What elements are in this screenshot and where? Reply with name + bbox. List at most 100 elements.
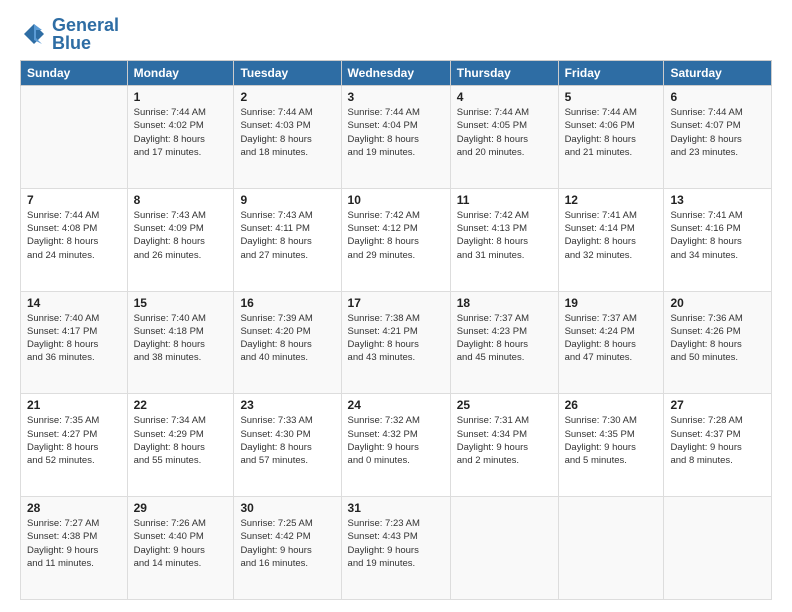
day-number: 18 <box>457 296 552 310</box>
calendar-cell: 25Sunrise: 7:31 AM Sunset: 4:34 PM Dayli… <box>450 394 558 497</box>
day-info: Sunrise: 7:43 AM Sunset: 4:11 PM Dayligh… <box>240 209 334 262</box>
day-number: 26 <box>565 398 658 412</box>
week-row-3: 14Sunrise: 7:40 AM Sunset: 4:17 PM Dayli… <box>21 291 772 394</box>
calendar-cell: 11 Sunrise: 7:42 AM Sunset: 4:13 PM Dayli… <box>450 188 558 291</box>
week-row-5: 28 Sunrise: 7:27 AM Sunset: 4:38 PM Dayli… <box>21 497 772 600</box>
day-info: Sunrise: 7:25 AM Sunset: 4:42 PM Dayligh… <box>240 517 334 570</box>
calendar-cell: 31 Sunrise: 7:23 AM Sunset: 4:43 PM Dayli… <box>341 497 450 600</box>
calendar-cell: 14Sunrise: 7:40 AM Sunset: 4:17 PM Dayli… <box>21 291 128 394</box>
calendar-cell <box>450 497 558 600</box>
day-number: 5 <box>565 90 658 104</box>
day-number: 8 <box>134 193 228 207</box>
day-info: Sunrise: 7:44 AM Sunset: 4:03 PM Dayligh… <box>240 106 334 159</box>
calendar-cell: 7 Sunrise: 7:44 AM Sunset: 4:08 PM Daylig… <box>21 188 128 291</box>
day-number: 7 <box>27 193 121 207</box>
weekday-header-saturday: Saturday <box>664 61 772 86</box>
day-number: 2 <box>240 90 334 104</box>
day-info: Sunrise: 7:23 AM Sunset: 4:43 PM Dayligh… <box>348 517 444 570</box>
calendar-cell: 6 Sunrise: 7:44 AM Sunset: 4:07 PM Daylig… <box>664 86 772 189</box>
calendar-cell <box>558 497 664 600</box>
week-row-2: 7 Sunrise: 7:44 AM Sunset: 4:08 PM Daylig… <box>21 188 772 291</box>
day-number: 23 <box>240 398 334 412</box>
day-number: 25 <box>457 398 552 412</box>
day-number: 31 <box>348 501 444 515</box>
day-info: Sunrise: 7:44 AM Sunset: 4:07 PM Dayligh… <box>670 106 765 159</box>
day-number: 30 <box>240 501 334 515</box>
weekday-header-monday: Monday <box>127 61 234 86</box>
calendar-cell: 5Sunrise: 7:44 AM Sunset: 4:06 PM Daylig… <box>558 86 664 189</box>
day-number: 17 <box>348 296 444 310</box>
calendar-cell: 12 Sunrise: 7:41 AM Sunset: 4:14 PM Dayli… <box>558 188 664 291</box>
day-number: 28 <box>27 501 121 515</box>
day-info: Sunrise: 7:30 AM Sunset: 4:35 PM Dayligh… <box>565 414 658 467</box>
day-number: 10 <box>348 193 444 207</box>
day-info: Sunrise: 7:38 AM Sunset: 4:21 PM Dayligh… <box>348 312 444 365</box>
day-info: Sunrise: 7:41 AM Sunset: 4:16 PM Dayligh… <box>670 209 765 262</box>
day-number: 24 <box>348 398 444 412</box>
day-number: 21 <box>27 398 121 412</box>
calendar-cell: 29Sunrise: 7:26 AM Sunset: 4:40 PM Dayli… <box>127 497 234 600</box>
calendar-cell: 16Sunrise: 7:39 AM Sunset: 4:20 PM Dayli… <box>234 291 341 394</box>
day-info: Sunrise: 7:42 AM Sunset: 4:13 PM Dayligh… <box>457 209 552 262</box>
calendar-cell: 22 Sunrise: 7:34 AM Sunset: 4:29 PM Dayli… <box>127 394 234 497</box>
weekday-header-row: SundayMondayTuesdayWednesdayThursdayFrid… <box>21 61 772 86</box>
day-number: 20 <box>670 296 765 310</box>
calendar-cell: 10 Sunrise: 7:42 AM Sunset: 4:12 PM Dayli… <box>341 188 450 291</box>
calendar-cell: 17 Sunrise: 7:38 AM Sunset: 4:21 PM Dayli… <box>341 291 450 394</box>
day-number: 22 <box>134 398 228 412</box>
calendar-cell: 15Sunrise: 7:40 AM Sunset: 4:18 PM Dayli… <box>127 291 234 394</box>
day-info: Sunrise: 7:39 AM Sunset: 4:20 PM Dayligh… <box>240 312 334 365</box>
day-info: Sunrise: 7:43 AM Sunset: 4:09 PM Dayligh… <box>134 209 228 262</box>
day-info: Sunrise: 7:40 AM Sunset: 4:18 PM Dayligh… <box>134 312 228 365</box>
day-number: 14 <box>27 296 121 310</box>
calendar-cell: 20 Sunrise: 7:36 AM Sunset: 4:26 PM Dayli… <box>664 291 772 394</box>
day-info: Sunrise: 7:27 AM Sunset: 4:38 PM Dayligh… <box>27 517 121 570</box>
day-info: Sunrise: 7:33 AM Sunset: 4:30 PM Dayligh… <box>240 414 334 467</box>
day-info: Sunrise: 7:28 AM Sunset: 4:37 PM Dayligh… <box>670 414 765 467</box>
week-row-4: 21 Sunrise: 7:35 AM Sunset: 4:27 PM Dayli… <box>21 394 772 497</box>
day-number: 27 <box>670 398 765 412</box>
calendar-cell: 19Sunrise: 7:37 AM Sunset: 4:24 PM Dayli… <box>558 291 664 394</box>
day-number: 12 <box>565 193 658 207</box>
day-number: 1 <box>134 90 228 104</box>
logo-icon <box>20 20 48 48</box>
day-info: Sunrise: 7:37 AM Sunset: 4:23 PM Dayligh… <box>457 312 552 365</box>
calendar-cell: 8 Sunrise: 7:43 AM Sunset: 4:09 PM Daylig… <box>127 188 234 291</box>
calendar-cell: 26 Sunrise: 7:30 AM Sunset: 4:35 PM Dayli… <box>558 394 664 497</box>
day-info: Sunrise: 7:26 AM Sunset: 4:40 PM Dayligh… <box>134 517 228 570</box>
week-row-1: 1Sunrise: 7:44 AM Sunset: 4:02 PM Daylig… <box>21 86 772 189</box>
day-info: Sunrise: 7:35 AM Sunset: 4:27 PM Dayligh… <box>27 414 121 467</box>
day-number: 6 <box>670 90 765 104</box>
weekday-header-sunday: Sunday <box>21 61 128 86</box>
day-info: Sunrise: 7:41 AM Sunset: 4:14 PM Dayligh… <box>565 209 658 262</box>
calendar-table: SundayMondayTuesdayWednesdayThursdayFrid… <box>20 60 772 600</box>
day-info: Sunrise: 7:32 AM Sunset: 4:32 PM Dayligh… <box>348 414 444 467</box>
calendar-cell: 3Sunrise: 7:44 AM Sunset: 4:04 PM Daylig… <box>341 86 450 189</box>
day-info: Sunrise: 7:34 AM Sunset: 4:29 PM Dayligh… <box>134 414 228 467</box>
calendar-cell <box>664 497 772 600</box>
weekday-header-thursday: Thursday <box>450 61 558 86</box>
day-number: 11 <box>457 193 552 207</box>
calendar-cell: 30 Sunrise: 7:25 AM Sunset: 4:42 PM Dayli… <box>234 497 341 600</box>
weekday-header-friday: Friday <box>558 61 664 86</box>
logo-text-general: General <box>52 16 119 34</box>
calendar-cell: 24 Sunrise: 7:32 AM Sunset: 4:32 PM Dayli… <box>341 394 450 497</box>
day-number: 4 <box>457 90 552 104</box>
logo-text-blue: Blue <box>52 34 119 52</box>
day-info: Sunrise: 7:37 AM Sunset: 4:24 PM Dayligh… <box>565 312 658 365</box>
day-info: Sunrise: 7:44 AM Sunset: 4:08 PM Dayligh… <box>27 209 121 262</box>
calendar-cell: 28 Sunrise: 7:27 AM Sunset: 4:38 PM Dayli… <box>21 497 128 600</box>
calendar-cell: 4Sunrise: 7:44 AM Sunset: 4:05 PM Daylig… <box>450 86 558 189</box>
calendar-cell: 23 Sunrise: 7:33 AM Sunset: 4:30 PM Dayli… <box>234 394 341 497</box>
weekday-header-tuesday: Tuesday <box>234 61 341 86</box>
day-info: Sunrise: 7:42 AM Sunset: 4:12 PM Dayligh… <box>348 209 444 262</box>
day-number: 9 <box>240 193 334 207</box>
calendar-cell: 21 Sunrise: 7:35 AM Sunset: 4:27 PM Dayli… <box>21 394 128 497</box>
weekday-header-wednesday: Wednesday <box>341 61 450 86</box>
day-number: 13 <box>670 193 765 207</box>
day-info: Sunrise: 7:44 AM Sunset: 4:04 PM Dayligh… <box>348 106 444 159</box>
day-info: Sunrise: 7:36 AM Sunset: 4:26 PM Dayligh… <box>670 312 765 365</box>
calendar-cell <box>21 86 128 189</box>
calendar-cell: 2 Sunrise: 7:44 AM Sunset: 4:03 PM Daylig… <box>234 86 341 189</box>
calendar-cell: 27 Sunrise: 7:28 AM Sunset: 4:37 PM Dayli… <box>664 394 772 497</box>
